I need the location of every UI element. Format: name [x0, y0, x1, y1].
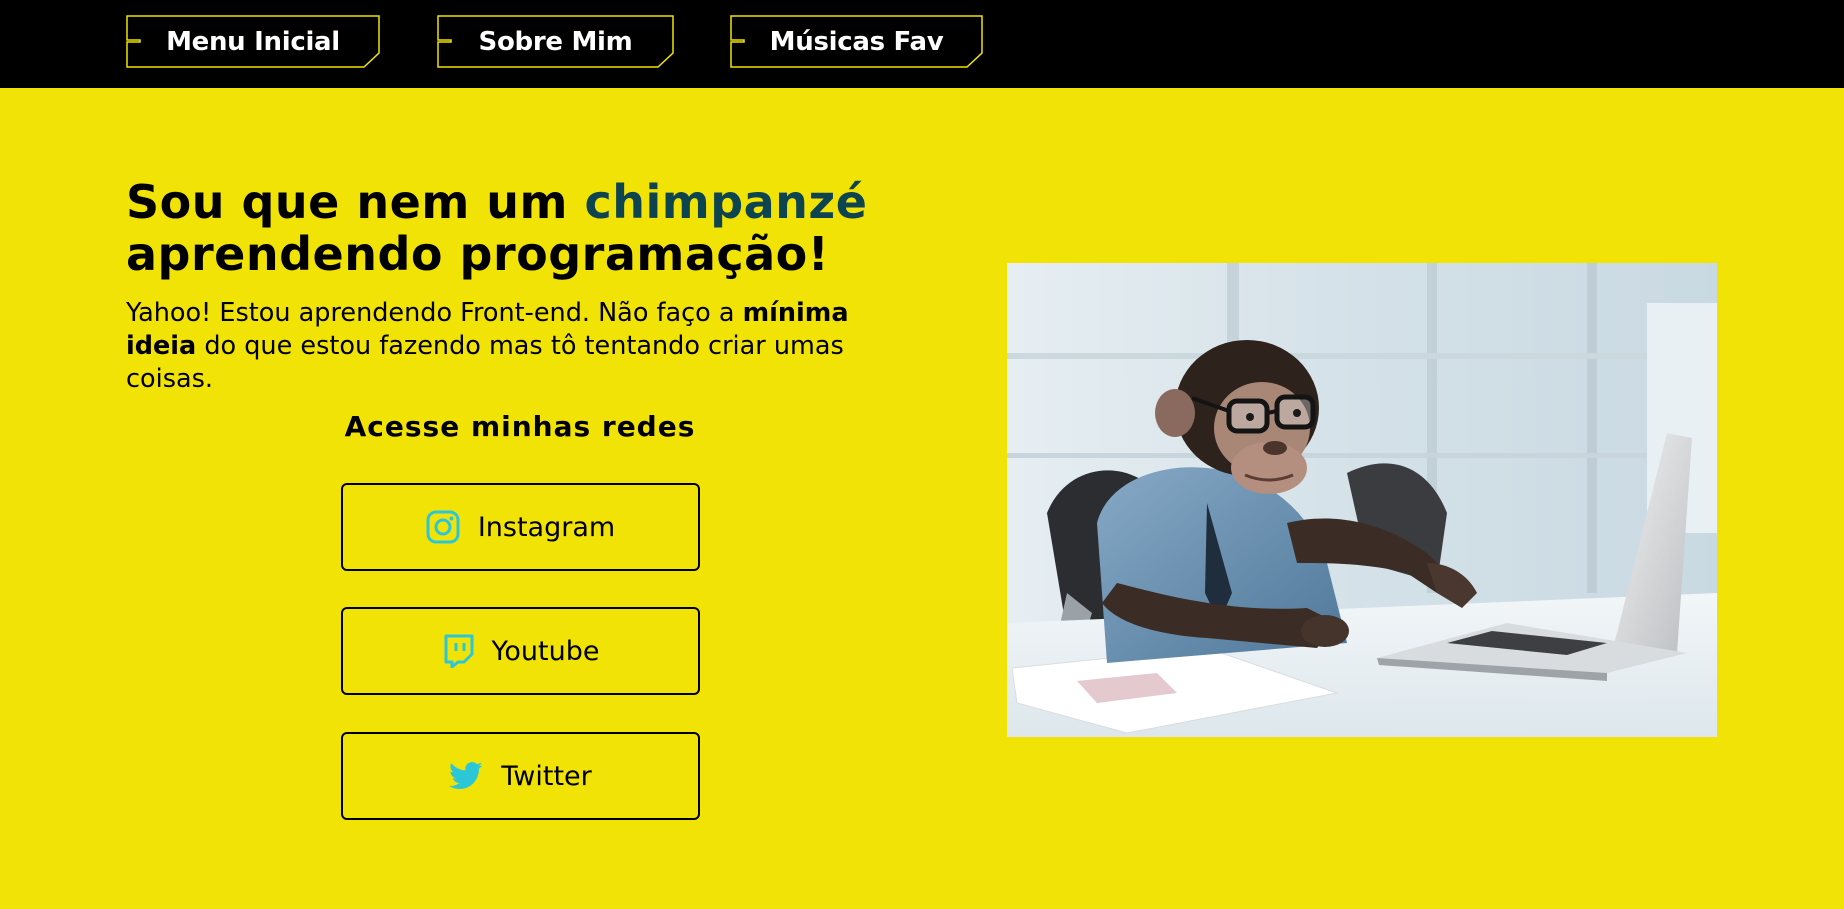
hero-title-part2: aprendendo programação!	[126, 227, 830, 281]
nav-label: Sobre Mim	[478, 26, 633, 57]
instagram-icon	[426, 510, 460, 544]
youtube-label: Youtube	[491, 635, 600, 667]
instagram-button[interactable]: Instagram	[341, 483, 700, 571]
instagram-label: Instagram	[477, 511, 616, 543]
twitter-icon	[449, 761, 483, 791]
hero-title: Sou que nem um chimpanzé aprendendo prog…	[126, 176, 926, 280]
chimpanzee-laptop-image	[1007, 263, 1717, 737]
twitter-label: Twitter	[501, 760, 592, 792]
nav-sobre-mim-button[interactable]: Sobre Mim	[437, 15, 674, 68]
hero-title-accent: chimpanzé	[584, 175, 868, 229]
top-nav-bar: Menu Inicial Sobre Mim Músicas Fav	[0, 0, 1844, 88]
chimpanzee-illustration	[1007, 263, 1717, 737]
social-heading: Acesse minhas redes	[344, 410, 696, 443]
nav-musicas-fav-button[interactable]: Músicas Fav	[730, 15, 983, 68]
hero-description: Yahoo! Estou aprendendo Front-end. Não f…	[126, 297, 916, 396]
twitch-icon	[442, 634, 474, 668]
nav-label: Menu Inicial	[166, 26, 340, 57]
hero-title-part1: Sou que nem um	[126, 175, 585, 229]
hero-desc-part1: Yahoo! Estou aprendendo Front-end. Não f…	[126, 298, 743, 328]
nav-label: Músicas Fav	[769, 26, 944, 57]
youtube-button[interactable]: Youtube	[341, 607, 700, 695]
twitter-button[interactable]: Twitter	[341, 732, 700, 820]
nav-menu-inicial-button[interactable]: Menu Inicial	[126, 15, 380, 68]
hero-desc-part2: do que estou fazendo mas tô tentando cri…	[126, 331, 844, 394]
